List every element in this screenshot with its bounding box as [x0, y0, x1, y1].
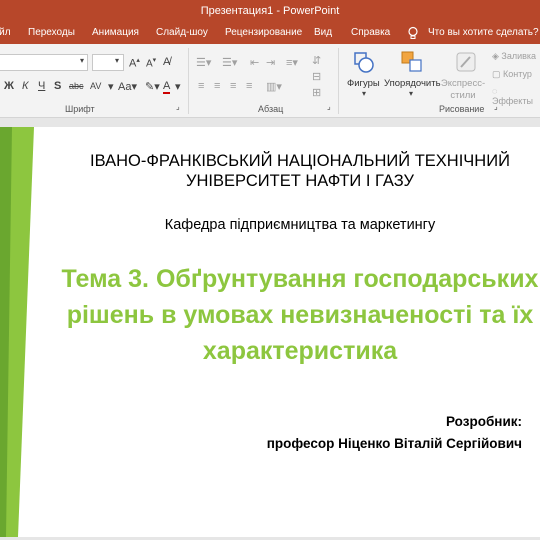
slide-editor: ІВАНО-ФРАНКІВСЬКИЙ НАЦІОНАЛЬНИЙ ТЕХНІЧНИ… [0, 118, 540, 540]
font-name-box[interactable] [0, 54, 88, 71]
change-case-icon[interactable]: Aa▾ [118, 80, 137, 93]
drawing-group-label: Рисование [439, 104, 485, 114]
divider [188, 48, 189, 114]
paragraph-group-label: Абзац [258, 104, 284, 114]
align-center-icon[interactable]: ≡ [214, 80, 220, 92]
lecture-topic: Тема 3. Обґрунтування господарських ріше… [61, 265, 539, 365]
italic-icon[interactable]: К [22, 80, 28, 92]
grow-font-icon[interactable]: A▴ [129, 56, 140, 70]
title-bar: Презентация1 - PowerPoint [0, 0, 540, 22]
chevron-down-icon[interactable]: ▾ [409, 89, 413, 98]
dialog-launcher-icon[interactable]: ⌟ [494, 102, 498, 111]
slide[interactable]: ІВАНО-ФРАНКІВСЬКИЙ НАЦІОНАЛЬНИЙ ТЕХНІЧНИ… [0, 127, 540, 537]
font-size-box[interactable] [92, 54, 124, 71]
fill-label: Заливка [501, 51, 537, 61]
express-styles-button[interactable]: Экспресс-стили [440, 78, 486, 102]
decrease-indent-icon[interactable]: ⇤ [250, 56, 259, 69]
shrink-font-icon[interactable]: A▾ [146, 56, 156, 69]
smartart-icon[interactable]: ⊞ [312, 86, 321, 99]
underline-icon[interactable]: Ч [38, 80, 45, 92]
columns-icon[interactable]: ▥▾ [266, 80, 282, 93]
dialog-launcher-icon[interactable]: ⌟ [327, 102, 331, 111]
clear-format-icon[interactable]: A̸ [163, 56, 170, 68]
university-title: ІВАНО-ФРАНКІВСЬКИЙ НАЦІОНАЛЬНИЙ ТЕХНІЧНИ… [90, 152, 510, 190]
fill-button[interactable]: ◈ Заливка [492, 51, 536, 62]
numbering-icon[interactable]: ☰▾ [222, 56, 237, 69]
strikethrough-icon[interactable]: abc [69, 81, 84, 91]
tab-view[interactable]: Вид [314, 22, 332, 44]
highlight-icon[interactable]: ✎▾ [145, 80, 160, 93]
lightbulb-icon[interactable] [406, 26, 420, 40]
text-direction-icon[interactable]: ⇵ [312, 54, 321, 67]
window-title: Презентация1 - PowerPoint [200, 5, 340, 17]
shadow-icon[interactable]: S [54, 80, 61, 92]
chevron-down-icon[interactable]: ▾ [80, 56, 84, 65]
justify-icon[interactable]: ≡ [246, 80, 252, 92]
line-spacing-icon[interactable]: ≡▾ [286, 56, 298, 69]
increase-indent-icon[interactable]: ⇥ [266, 56, 275, 69]
arrange-button[interactable]: Упорядочить [384, 78, 441, 89]
author-name: професор Ніценко Віталій Сергійович [266, 436, 522, 451]
bold-icon[interactable]: Ж [4, 80, 14, 92]
effects-label: Эффекты [492, 96, 533, 106]
ribbon-tabs: Файл Переходы Анимация Слайд-шоу Рецензи… [0, 22, 540, 44]
tab-animation[interactable]: Анимация [92, 22, 139, 44]
dialog-launcher-icon[interactable]: ⌟ [176, 102, 180, 111]
chevron-down-icon[interactable]: ▾ [115, 56, 119, 65]
align-right-icon[interactable]: ≡ [230, 80, 236, 92]
ribbon: ▾ ▾ A▴ A▾ A̸ Ж К Ч S abc AV ▾ Aa▾ ✎▾ A ▾… [0, 44, 540, 118]
bullets-icon[interactable]: ☰▾ [196, 56, 211, 69]
tab-transitions[interactable]: Переходы [28, 22, 75, 44]
tab-review[interactable]: Рецензирование [225, 22, 302, 44]
align-text-icon[interactable]: ⊟ [312, 70, 321, 83]
outline-label: Контур [503, 69, 532, 79]
tab-slideshow[interactable]: Слайд-шоу [156, 22, 208, 44]
tell-me-search[interactable]: Что вы хотите сделать? [428, 22, 539, 44]
effects-button[interactable]: ◌ Эффекты [492, 86, 540, 106]
author-label: Розробник: [446, 414, 522, 429]
chevron-down-icon[interactable]: ▾ [175, 80, 181, 93]
font-group-label: Шрифт [65, 104, 95, 114]
outline-button[interactable]: ▢ Контур [492, 69, 532, 80]
chevron-down-icon[interactable]: ▾ [108, 80, 114, 93]
tab-help[interactable]: Справка [351, 22, 390, 44]
align-left-icon[interactable]: ≡ [198, 80, 204, 92]
express-styles-icon[interactable] [454, 50, 478, 76]
tab-file[interactable]: Файл [0, 22, 11, 44]
chevron-down-icon[interactable]: ▾ [362, 89, 366, 98]
department-name: Кафедра підприємництва та маркетингу [164, 217, 436, 233]
arrange-icon[interactable] [400, 50, 424, 76]
shapes-button[interactable]: Фигуры [347, 78, 380, 89]
spacing-icon[interactable]: AV [90, 81, 101, 91]
font-color-icon[interactable]: A [163, 80, 171, 94]
divider [338, 48, 339, 114]
shapes-icon[interactable] [352, 50, 376, 76]
